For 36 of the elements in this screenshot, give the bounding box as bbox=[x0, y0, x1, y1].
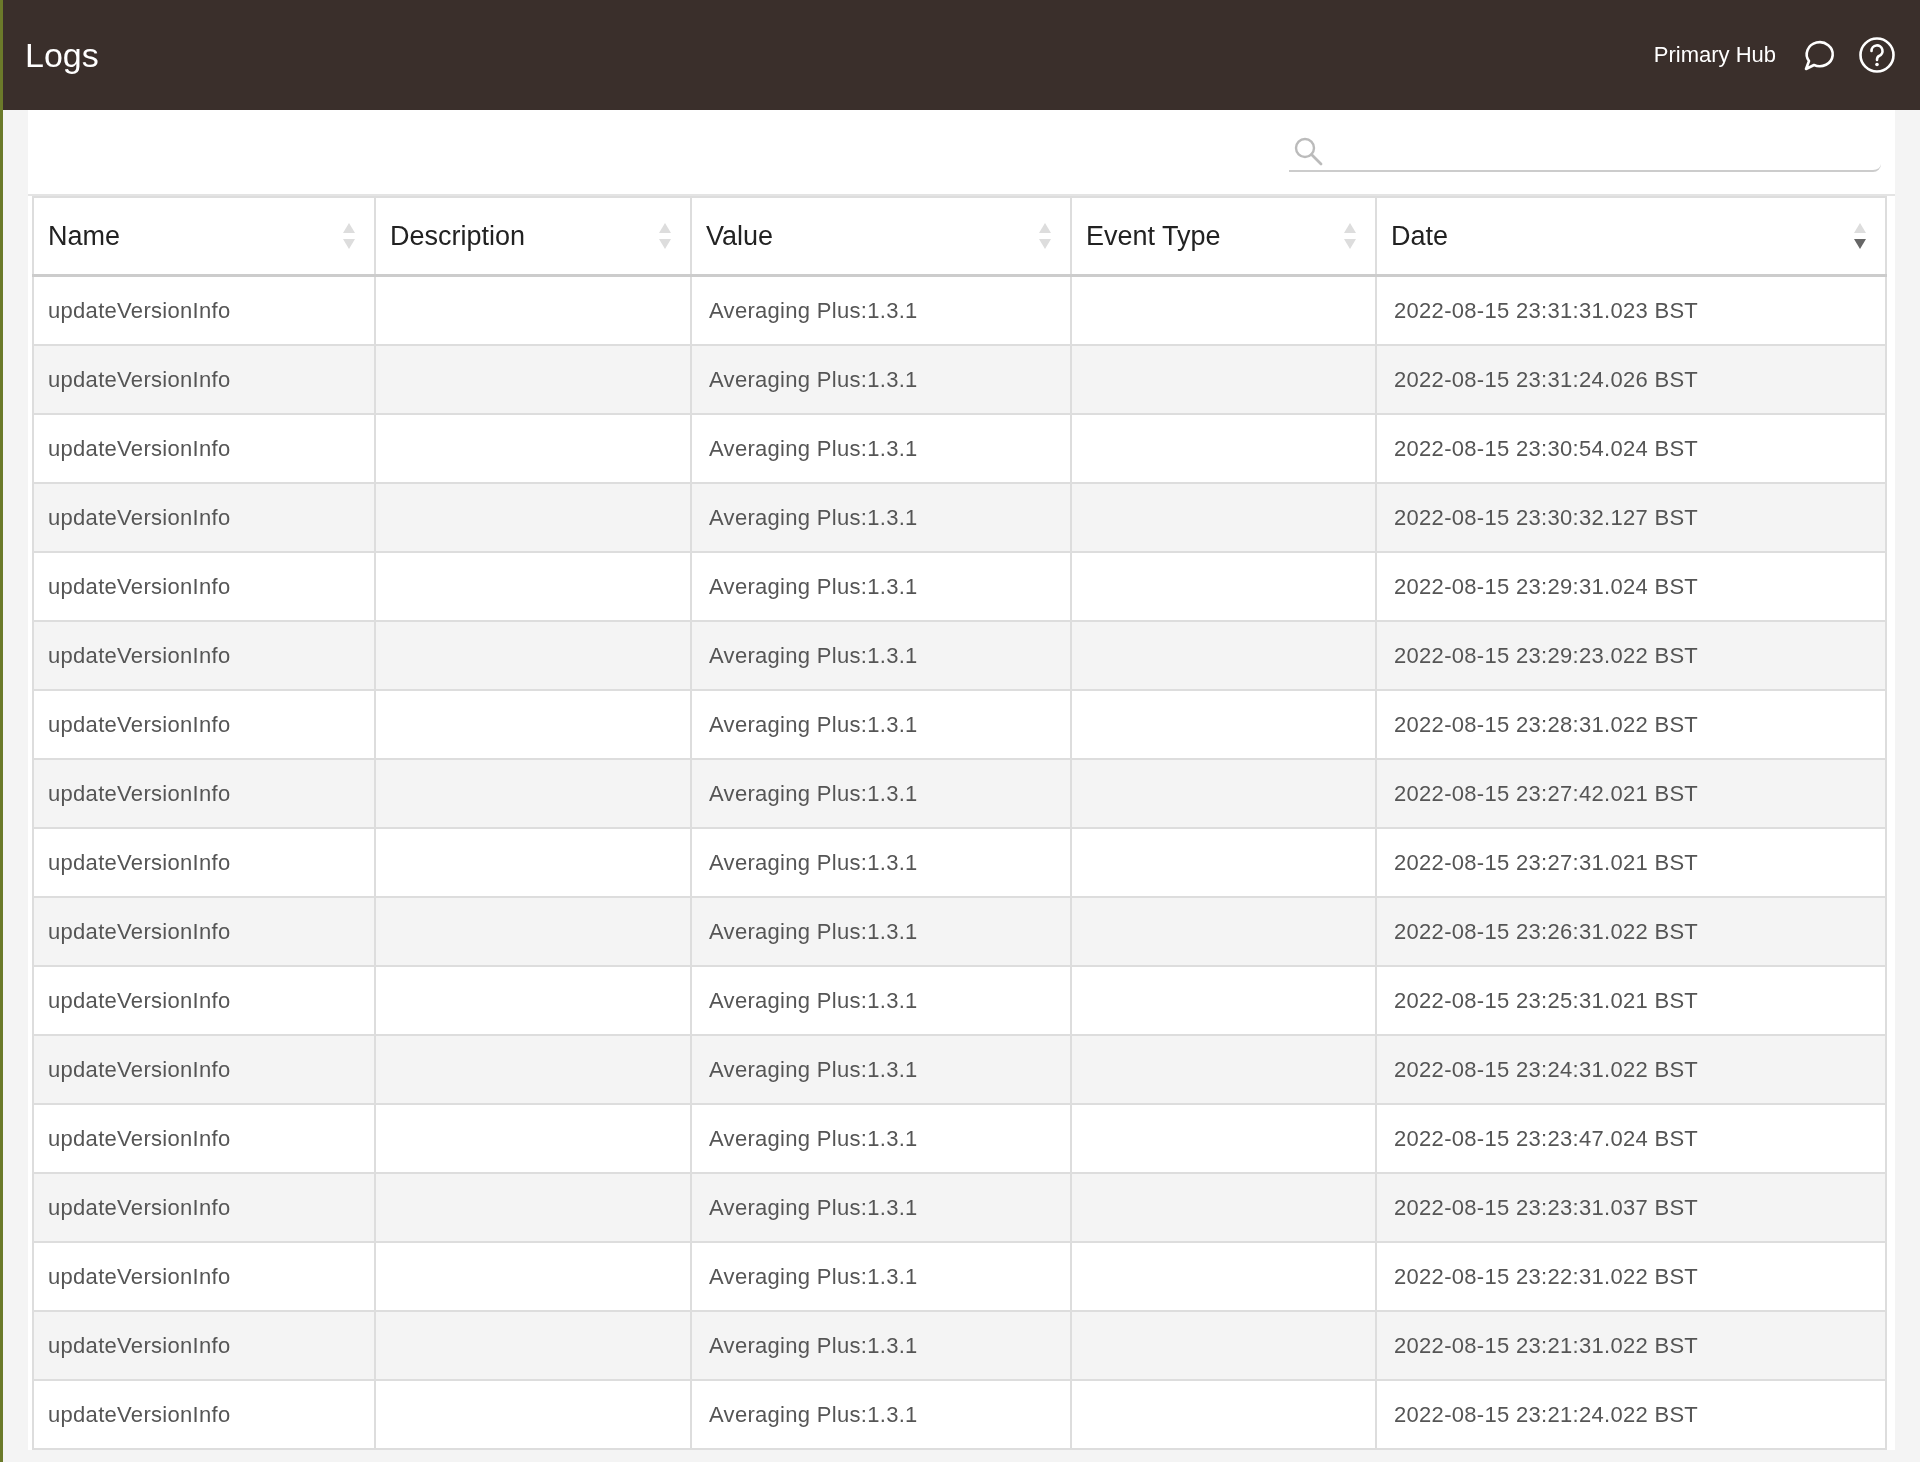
column-header[interactable]: Event Type bbox=[1071, 197, 1376, 276]
column-header[interactable]: Value bbox=[691, 197, 1071, 276]
page-title: Logs bbox=[25, 35, 99, 75]
table-cell: updateVersionInfo bbox=[33, 1173, 375, 1242]
table-cell: Averaging Plus:1.3.1 bbox=[691, 621, 1071, 690]
table-cell: Averaging Plus:1.3.1 bbox=[691, 1311, 1071, 1380]
table-cell: updateVersionInfo bbox=[33, 621, 375, 690]
table-cell: Averaging Plus:1.3.1 bbox=[691, 483, 1071, 552]
table-cell: updateVersionInfo bbox=[33, 1311, 375, 1380]
table-cell: updateVersionInfo bbox=[33, 1380, 375, 1449]
table-cell: Averaging Plus:1.3.1 bbox=[691, 345, 1071, 414]
table-cell: updateVersionInfo bbox=[33, 1035, 375, 1104]
table-cell: 2022-08-15 23:26:31.022 BST bbox=[1376, 897, 1886, 966]
table-cell: 2022-08-15 23:29:23.022 BST bbox=[1376, 621, 1886, 690]
table-cell: Averaging Plus:1.3.1 bbox=[691, 897, 1071, 966]
table-cell: 2022-08-15 23:27:42.021 BST bbox=[1376, 759, 1886, 828]
table-cell: Averaging Plus:1.3.1 bbox=[691, 1035, 1071, 1104]
table-cell: 2022-08-15 23:21:24.022 BST bbox=[1376, 1380, 1886, 1449]
table-cell: 2022-08-15 23:21:31.022 BST bbox=[1376, 1311, 1886, 1380]
help-icon[interactable] bbox=[1858, 36, 1896, 74]
table-cell: 2022-08-15 23:31:24.026 BST bbox=[1376, 345, 1886, 414]
column-header[interactable]: Description bbox=[375, 197, 691, 276]
column-header[interactable]: Name bbox=[33, 197, 375, 276]
table-cell: Averaging Plus:1.3.1 bbox=[691, 759, 1071, 828]
column-header[interactable]: Date bbox=[1376, 197, 1886, 276]
table-cell: 2022-08-15 23:24:31.022 BST bbox=[1376, 1035, 1886, 1104]
table-cell: updateVersionInfo bbox=[33, 345, 375, 414]
hub-name[interactable]: Primary Hub bbox=[1653, 42, 1776, 68]
table-cell: updateVersionInfo bbox=[33, 483, 375, 552]
table-cell: Averaging Plus:1.3.1 bbox=[691, 1173, 1071, 1242]
table-cell: 2022-08-15 23:23:31.037 BST bbox=[1376, 1173, 1886, 1242]
table-cell: updateVersionInfo bbox=[33, 759, 375, 828]
table-cell: updateVersionInfo bbox=[33, 897, 375, 966]
table-cell: 2022-08-15 23:30:32.127 BST bbox=[1376, 483, 1886, 552]
search-icon bbox=[1293, 136, 1323, 166]
table-cell: Averaging Plus:1.3.1 bbox=[691, 1380, 1071, 1449]
